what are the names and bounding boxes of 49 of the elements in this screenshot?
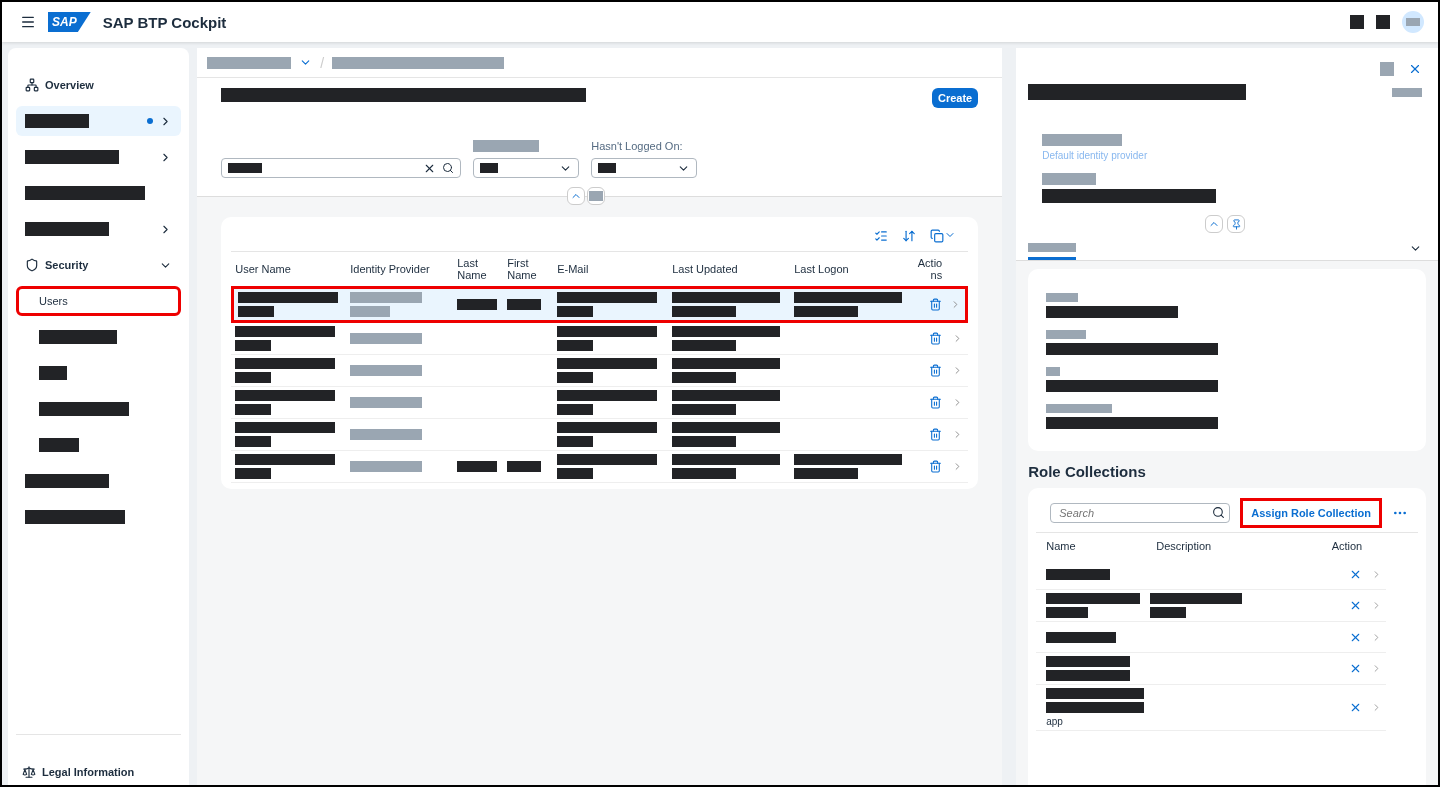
app-title: SAP BTP Cockpit xyxy=(102,13,227,31)
sidebar-label: Overview xyxy=(45,79,94,91)
legal-link[interactable]: Legal Information xyxy=(42,766,135,778)
sidebar-label: Users xyxy=(39,295,68,307)
trash-icon[interactable] xyxy=(929,396,943,409)
trash-icon[interactable] xyxy=(929,332,943,345)
search-field[interactable]: Search xyxy=(1050,503,1231,523)
breadcrumb-separator: / xyxy=(320,54,325,71)
search-field[interactable] xyxy=(221,158,462,178)
column-header: First Name xyxy=(506,256,538,283)
trash-icon[interactable] xyxy=(929,428,943,441)
select-field[interactable] xyxy=(473,158,580,178)
column-header: Last Updated xyxy=(671,262,739,277)
create-button[interactable]: Create xyxy=(931,88,979,108)
filter-label: Hasn't Logged On: xyxy=(591,140,684,152)
sort-icon[interactable] xyxy=(902,229,917,243)
column-header: Last Logon xyxy=(793,262,850,277)
copy-icon[interactable] xyxy=(930,229,957,243)
column-header: User Name xyxy=(234,262,292,277)
sidebar-item[interactable]: Users xyxy=(16,286,182,316)
column-header: Name xyxy=(1045,539,1077,554)
trash-icon[interactable] xyxy=(929,298,943,311)
column-header: Action xyxy=(1330,539,1364,554)
shield-icon xyxy=(25,258,39,272)
section-title: Role Collections xyxy=(1028,463,1147,480)
identity-provider-text: Default identity provider xyxy=(1042,150,1149,161)
assign-button[interactable]: Assign Role Collection xyxy=(1240,498,1382,528)
sidebar-label: Security xyxy=(45,259,89,271)
name-text: app xyxy=(1046,716,1063,727)
sidebar-item[interactable] xyxy=(16,106,182,136)
column-header: Description xyxy=(1155,539,1213,554)
column-header: Last Name xyxy=(456,256,488,283)
search-icon[interactable] xyxy=(442,162,455,174)
pin-icon xyxy=(1230,218,1242,230)
column-header: Actions xyxy=(916,256,944,283)
logo: SAP xyxy=(48,12,91,32)
scale-icon xyxy=(22,765,36,779)
search-icon[interactable] xyxy=(1212,506,1226,519)
close-icon[interactable] xyxy=(1408,62,1422,76)
column-header: E-Mail xyxy=(556,262,590,277)
sidebar-item[interactable]: Security xyxy=(16,250,182,280)
sidebar-item[interactable]: Overview xyxy=(16,70,182,100)
trash-icon[interactable] xyxy=(929,364,943,377)
column-header: Identity Provider xyxy=(349,262,431,277)
trash-icon[interactable] xyxy=(929,460,943,473)
checklist-icon[interactable] xyxy=(874,229,889,243)
select-field[interactable] xyxy=(591,158,698,178)
hierarchy-icon xyxy=(25,78,39,92)
menu-icon[interactable] xyxy=(20,14,36,30)
